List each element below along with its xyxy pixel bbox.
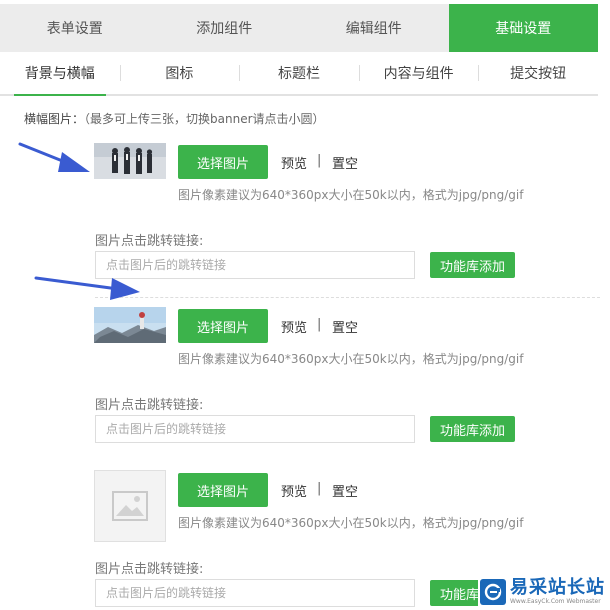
- link-separator-1: |: [317, 153, 322, 168]
- select-image-button-3[interactable]: 选择图片: [178, 473, 268, 507]
- clear-link-2[interactable]: 置空: [332, 317, 358, 336]
- select-image-button-2[interactable]: 选择图片: [178, 309, 268, 343]
- link-input-2[interactable]: [95, 415, 415, 443]
- clear-link-3[interactable]: 置空: [332, 481, 358, 500]
- select-image-button-1[interactable]: 选择图片: [178, 145, 268, 179]
- watermark-title: 易采站长站: [510, 577, 605, 598]
- top-tabs: 表单设置 添加组件 编辑组件 基础设置: [0, 4, 598, 52]
- size-tip-1: 图片像素建议为640*360px大小在50k以内，格式为jpg/png/gif: [178, 188, 524, 202]
- banner-hint: （最多可上传三张，切换banner请点击小圆）: [84, 112, 325, 126]
- subtab-content-components[interactable]: 内容与组件: [358, 52, 479, 94]
- preview-link-2[interactable]: 预览: [281, 317, 307, 336]
- tab-edit-component[interactable]: 编辑组件: [299, 4, 449, 52]
- banner-section-label: 横幅图片：（最多可上传三张，切换banner请点击小圆）: [24, 110, 325, 127]
- subtab-submit-button[interactable]: 提交按钮: [478, 52, 598, 94]
- subtab-icon[interactable]: 图标: [119, 52, 240, 94]
- link-input-1[interactable]: [95, 251, 415, 279]
- link-input-3[interactable]: [95, 579, 415, 607]
- watermark-subtitle: Www.EasyCk.Com Webmaster: [510, 598, 601, 605]
- sub-tabs: 背景与横幅 图标 标题栏 内容与组件 提交按钮: [0, 52, 598, 96]
- banner-thumbnail-2: [94, 307, 166, 343]
- row-divider-1: [95, 297, 600, 298]
- tab-basic-settings[interactable]: 基础设置: [448, 4, 598, 52]
- tab-form-settings[interactable]: 表单设置: [0, 4, 150, 52]
- image-placeholder[interactable]: [94, 470, 166, 542]
- annotation-arrow-1: [18, 142, 90, 172]
- link-field-label-2: 图片点击跳转链接:: [95, 398, 204, 413]
- preview-link-1[interactable]: 预览: [281, 153, 307, 172]
- size-tip-2: 图片像素建议为640*360px大小在50k以内，格式为jpg/png/gif: [178, 352, 524, 366]
- preview-link-3[interactable]: 预览: [281, 481, 307, 500]
- annotation-arrow-2: [34, 276, 140, 300]
- banner-thumbnail-1: [94, 143, 166, 179]
- link-field-label-1: 图片点击跳转链接:: [95, 234, 204, 249]
- library-add-button-2[interactable]: 功能库添加: [430, 416, 515, 442]
- library-add-button-1[interactable]: 功能库添加: [430, 252, 515, 278]
- watermark-logo-icon: [480, 579, 506, 605]
- link-separator-2: |: [317, 317, 322, 332]
- site-watermark: 易采站长站 Www.EasyCk.Com Webmaster: [478, 574, 610, 610]
- link-field-label-3: 图片点击跳转链接:: [95, 562, 204, 577]
- banner-label: 横幅图片：: [24, 112, 85, 126]
- tab-add-component[interactable]: 添加组件: [150, 4, 300, 52]
- link-separator-3: |: [317, 481, 322, 496]
- size-tip-3: 图片像素建议为640*360px大小在50k以内，格式为jpg/png/gif: [178, 516, 524, 530]
- image-placeholder-icon: [112, 491, 148, 521]
- clear-link-1[interactable]: 置空: [332, 153, 358, 172]
- subtab-background-banner[interactable]: 背景与横幅: [0, 52, 120, 96]
- subtab-title-bar[interactable]: 标题栏: [239, 52, 359, 94]
